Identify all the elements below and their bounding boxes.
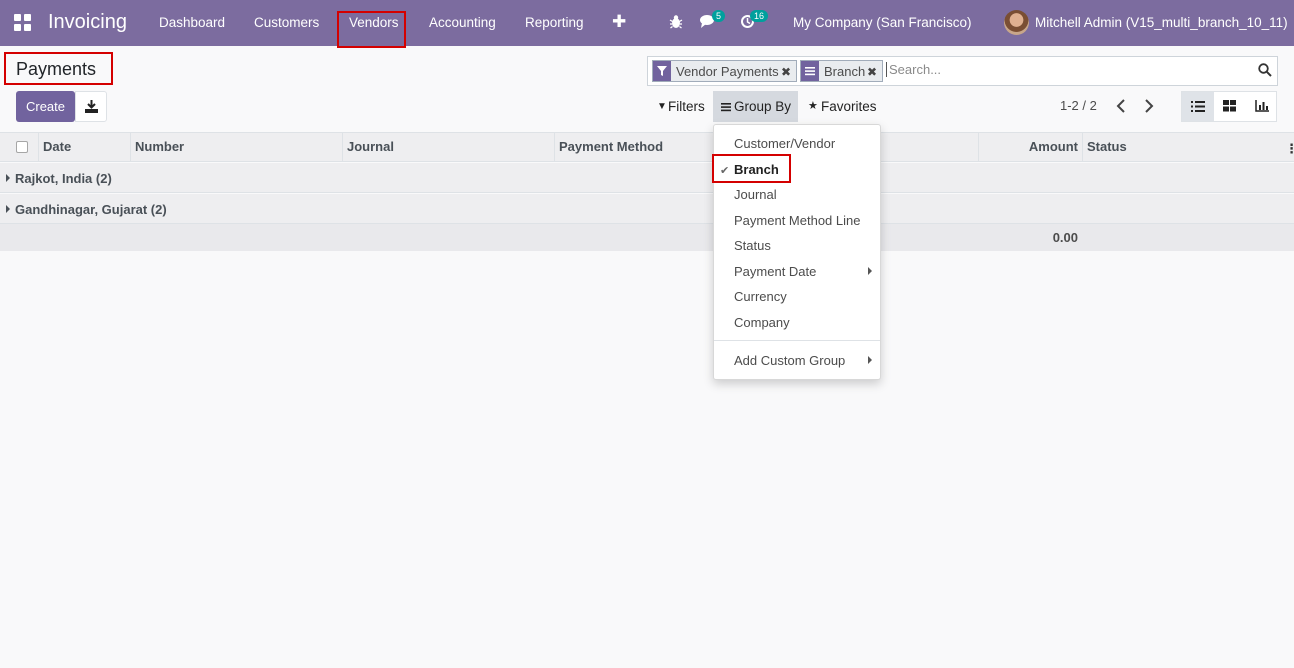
facet-vendor-payments[interactable]: Vendor Payments ✖	[652, 60, 797, 82]
create-button[interactable]: Create	[16, 91, 75, 122]
list-icon	[1191, 101, 1205, 112]
app-name[interactable]: Invoicing	[48, 11, 127, 34]
plus-icon[interactable]: ✚	[612, 12, 626, 32]
total-amount: 0.00	[1052, 230, 1078, 245]
app-switcher-icon[interactable]	[14, 14, 32, 32]
column-divider	[38, 133, 39, 161]
chevron-right-icon[interactable]	[1144, 99, 1154, 113]
filters-toggle[interactable]: ▼ Filters	[647, 91, 713, 122]
column-date[interactable]: Date	[43, 139, 71, 154]
groupby-option-customer-vendor[interactable]: Customer/Vendor	[734, 136, 835, 151]
caret-right-icon	[6, 205, 10, 213]
column-amount[interactable]: Amount	[1029, 139, 1078, 154]
menu-reporting[interactable]: Reporting	[525, 15, 584, 30]
bar-chart-icon	[1255, 100, 1269, 112]
group-label: Rajkot, India (2)	[15, 171, 112, 186]
caret-right-icon	[6, 174, 10, 182]
facet-branch[interactable]: Branch ✖	[800, 60, 883, 82]
group-row-rajkot[interactable]: Rajkot, India (2)	[0, 163, 1294, 193]
search-input[interactable]	[886, 62, 1246, 77]
chevron-left-icon[interactable]	[1116, 99, 1126, 113]
messages-badge: 5	[712, 10, 726, 22]
group-by-icon	[801, 61, 819, 81]
groupby-option-status[interactable]: Status	[734, 238, 771, 253]
menu-accounting[interactable]: Accounting	[429, 15, 496, 30]
totals-row: 0.00	[0, 224, 1294, 251]
column-divider	[978, 133, 979, 161]
top-navbar: Invoicing Dashboard Customers Vendors Ac…	[0, 0, 1294, 46]
column-number[interactable]: Number	[135, 139, 184, 154]
groupby-dropdown-menu: Customer/Vendor ✔ Branch Journal Payment…	[713, 124, 881, 380]
filter-icon: ▼	[657, 101, 667, 112]
group-row-gandhinagar[interactable]: Gandhinagar, Gujarat (2)	[0, 194, 1294, 224]
column-journal[interactable]: Journal	[347, 139, 394, 154]
caret-right-icon	[868, 267, 872, 275]
facet-label: Branch	[824, 64, 866, 79]
groupby-option-company[interactable]: Company	[734, 315, 790, 330]
activities-icon[interactable]: 16	[740, 10, 769, 32]
column-divider	[130, 133, 131, 161]
groupby-toggle[interactable]: Group By	[713, 91, 798, 122]
kanban-view-button[interactable]	[1214, 92, 1246, 121]
kanban-icon	[1223, 100, 1236, 112]
caret-right-icon	[868, 356, 872, 364]
download-icon	[85, 100, 98, 113]
column-status[interactable]: Status	[1087, 139, 1127, 154]
remove-facet-icon[interactable]: ✖	[867, 65, 877, 79]
search-bar[interactable]: Vendor Payments ✖ Branch ✖	[647, 56, 1278, 86]
favorites-toggle[interactable]: ★ Favorites	[798, 91, 884, 122]
check-icon: ✔	[720, 165, 730, 177]
user-avatar[interactable]	[1004, 10, 1029, 35]
groupby-option-branch[interactable]: Branch	[734, 162, 779, 177]
remove-facet-icon[interactable]: ✖	[781, 65, 791, 79]
menu-divider	[714, 340, 880, 341]
group-by-icon	[721, 91, 731, 122]
filter-icon	[653, 61, 671, 81]
graph-view-button[interactable]	[1246, 92, 1278, 121]
select-all-checkbox[interactable]	[16, 141, 28, 153]
activities-badge: 16	[750, 10, 769, 22]
search-icon[interactable]	[1258, 63, 1272, 77]
star-icon: ★	[808, 100, 818, 112]
optional-columns-icon[interactable]: ⋮	[1285, 141, 1294, 157]
column-divider	[1082, 133, 1083, 161]
groupby-option-payment-date[interactable]: Payment Date	[734, 264, 816, 279]
groupby-option-journal[interactable]: Journal	[734, 187, 777, 202]
download-button[interactable]	[75, 91, 107, 122]
groupby-option-payment-method-line[interactable]: Payment Method Line	[734, 213, 860, 228]
column-payment-method[interactable]: Payment Method	[559, 139, 663, 154]
facet-label: Vendor Payments	[676, 64, 779, 79]
list-header: Date Number Journal Payment Method Amoun…	[0, 132, 1294, 162]
column-divider	[342, 133, 343, 161]
user-menu[interactable]: Mitchell Admin (V15_multi_branch_10_11)	[1035, 15, 1288, 30]
column-divider	[554, 133, 555, 161]
menu-customers[interactable]: Customers	[254, 15, 319, 30]
add-custom-group[interactable]: Add Custom Group	[734, 353, 845, 368]
menu-dashboard[interactable]: Dashboard	[159, 15, 225, 30]
page-title: Payments	[16, 59, 97, 79]
groupby-option-currency[interactable]: Currency	[734, 289, 787, 304]
messages-icon[interactable]: 5	[700, 10, 726, 32]
list-view-button[interactable]	[1182, 92, 1214, 121]
menu-vendors[interactable]: Vendors	[349, 15, 399, 30]
pager-value[interactable]: 1-2 / 2	[1060, 98, 1097, 113]
bug-icon[interactable]	[669, 14, 683, 32]
group-label: Gandhinagar, Gujarat (2)	[15, 202, 167, 217]
company-switcher[interactable]: My Company (San Francisco)	[793, 15, 972, 30]
view-switcher	[1181, 91, 1277, 122]
